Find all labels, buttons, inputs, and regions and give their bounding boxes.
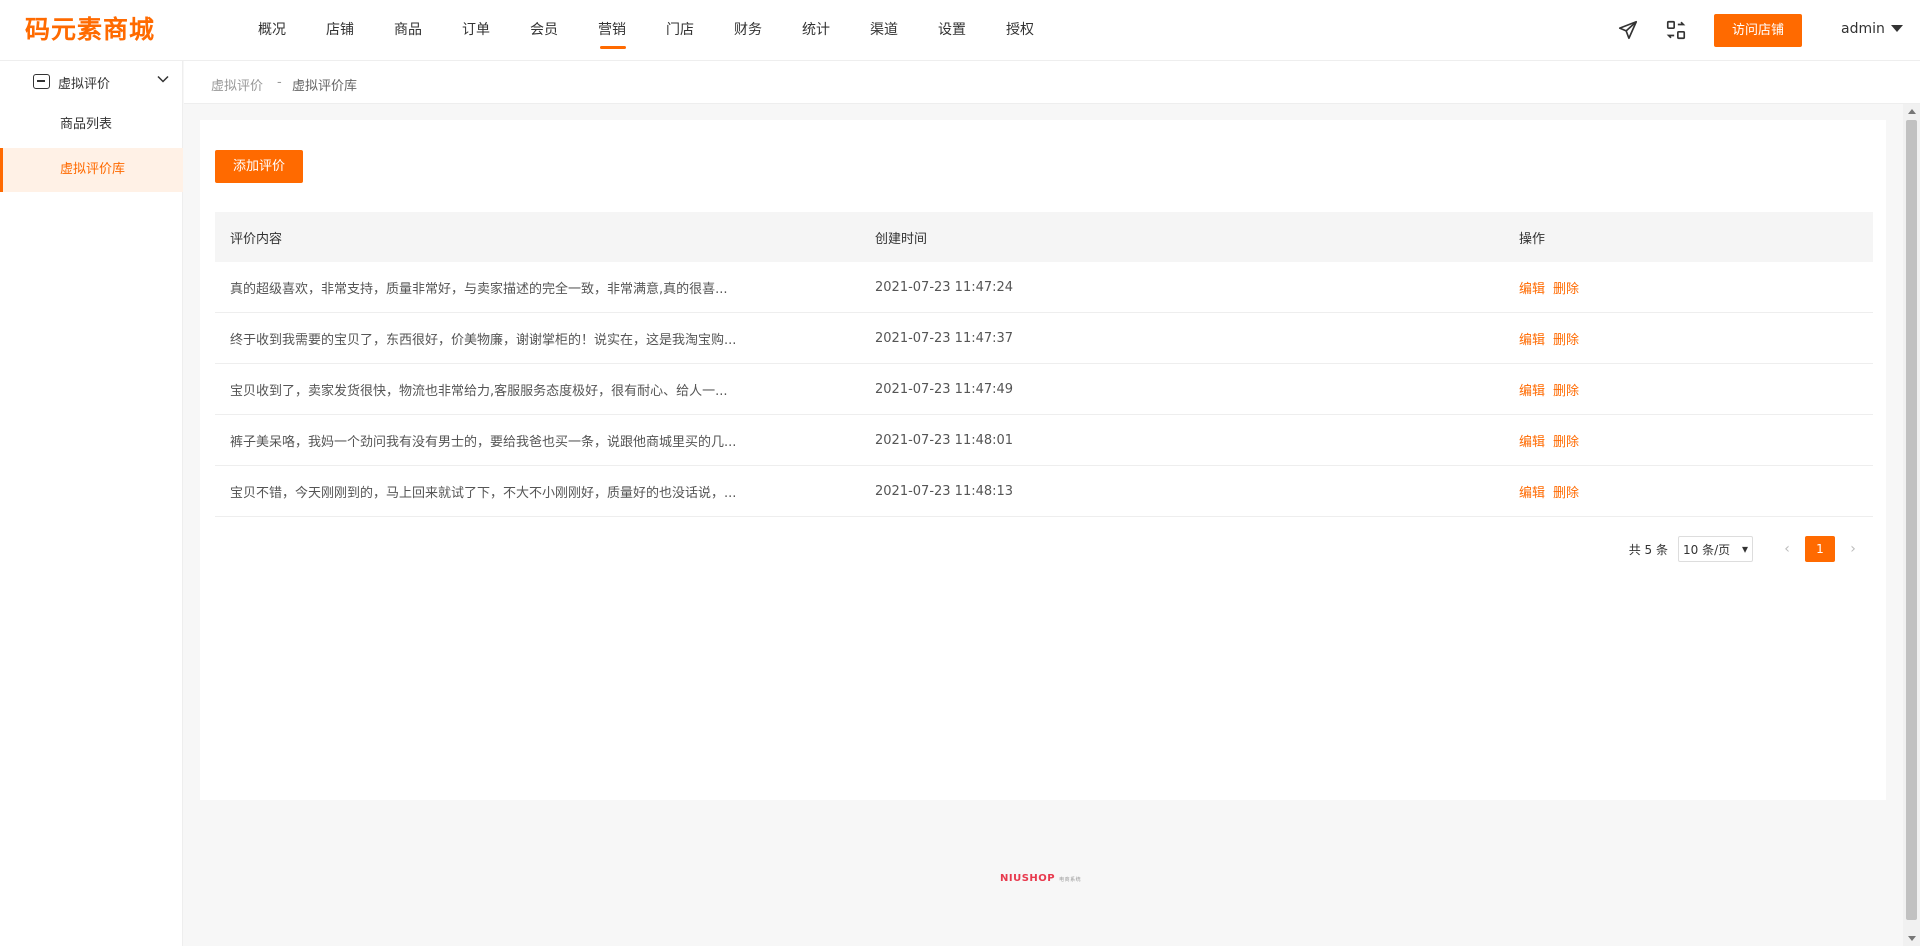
nav-item-finance[interactable]: 财务: [714, 0, 782, 60]
table-row: 真的超级喜欢，非常支持，质量非常好，与卖家描述的完全一致，非常满意,真的很喜..…: [215, 262, 1873, 313]
username: admin: [1841, 21, 1885, 37]
header-time: 创建时间: [875, 231, 928, 247]
page-size-value: 10 条/页: [1683, 542, 1731, 557]
main-nav: 概况 店铺 商品 订单 会员 营销 门店 财务 统计 渠道 设置 授权: [238, 0, 1054, 60]
review-time: 2021-07-23 11:48:01: [875, 432, 1014, 448]
header-actions: 操作: [1519, 231, 1546, 247]
sidebar-item-goods-list[interactable]: 商品列表: [0, 103, 183, 147]
next-page-icon[interactable]: ›: [1843, 541, 1863, 557]
review-table: 评价内容 创建时间 操作 真的超级喜欢，非常支持，质量非常好，与卖家描述的完全一…: [215, 212, 1873, 517]
pagination: 共 5 条 10 条/页 ▾ ‹ 1 ›: [1629, 535, 1871, 563]
nav-item-overview[interactable]: 概况: [238, 0, 306, 60]
review-time: 2021-07-23 11:47:49: [875, 381, 1014, 397]
delete-link[interactable]: 删除: [1553, 329, 1579, 348]
footer-brand: NIUSHOP: [1000, 873, 1056, 884]
footer-sub: 电商系统: [1059, 877, 1082, 883]
table-row: 终于收到我需要的宝贝了，东西很好，价美物廉，谢谢掌柜的！说实在，这是我淘宝购..…: [215, 313, 1873, 364]
switch-icon[interactable]: [1665, 19, 1687, 41]
review-time: 2021-07-23 11:47:24: [875, 279, 1014, 295]
table-row: 宝贝不错，今天刚刚到的，马上回来就试了下，不大不小刚刚好，质量好的也没话说，..…: [215, 466, 1873, 517]
row-actions: 编辑 删除: [1519, 262, 1719, 312]
content-card: 添加评价 评价内容 创建时间 操作 真的超级喜欢，非常支持，质量非常好，与卖家描…: [200, 120, 1886, 800]
review-content: 宝贝不错，今天刚刚到的，马上回来就试了下，不大不小刚刚好，质量好的也没话说，..…: [230, 485, 737, 501]
footer-logo: NIUSHOP 电商系统: [1000, 873, 1081, 884]
add-review-button[interactable]: 添加评价: [215, 150, 303, 183]
logo[interactable]: 码元素商城: [25, 10, 155, 46]
review-content: 宝贝收到了，卖家发货很快，物流也非常给力,客服服务态度极好，很有耐心、给人一..…: [230, 383, 728, 399]
review-time: 2021-07-23 11:47:37: [875, 330, 1014, 346]
breadcrumb-current: 虚拟评价库: [292, 79, 358, 94]
sidebar: 虚拟评价 商品列表 虚拟评价库: [0, 61, 183, 946]
scroll-up-icon[interactable]: [1908, 109, 1916, 114]
chevron-down-icon: ▾: [1741, 542, 1748, 556]
row-actions: 编辑 删除: [1519, 313, 1719, 363]
review-content: 裤子美呆咯，我妈一个劲问我有没有男士的，要给我爸也买一条，说跟他商城里买的几..…: [230, 434, 737, 450]
nav-item-channels[interactable]: 渠道: [850, 0, 918, 60]
visit-store-button[interactable]: 访问店铺: [1714, 14, 1802, 47]
breadcrumb: 虚拟评价 - 虚拟评价库: [184, 61, 1920, 104]
pagination-total: 共 5 条: [1628, 542, 1668, 557]
nav-item-stores[interactable]: 门店: [646, 0, 714, 60]
prev-page-icon[interactable]: ‹: [1777, 541, 1797, 557]
message-icon: [33, 74, 50, 89]
edit-link[interactable]: 编辑: [1519, 482, 1545, 501]
edit-link[interactable]: 编辑: [1519, 278, 1545, 297]
delete-link[interactable]: 删除: [1553, 278, 1579, 297]
row-actions: 编辑 删除: [1519, 466, 1719, 516]
delete-link[interactable]: 删除: [1553, 431, 1579, 450]
nav-item-goods[interactable]: 商品: [374, 0, 442, 60]
edit-link[interactable]: 编辑: [1519, 329, 1545, 348]
caret-down-icon: [1890, 25, 1903, 32]
review-content: 真的超级喜欢，非常支持，质量非常好，与卖家描述的完全一致，非常满意,真的很喜..…: [230, 281, 728, 297]
table-row: 裤子美呆咯，我妈一个劲问我有没有男士的，要给我爸也买一条，说跟他商城里买的几..…: [215, 415, 1873, 466]
nav-item-stats[interactable]: 统计: [782, 0, 850, 60]
review-time: 2021-07-23 11:48:13: [875, 483, 1014, 499]
user-menu[interactable]: admin: [1841, 21, 1903, 37]
scroll-down-icon[interactable]: [1908, 936, 1916, 941]
table-row: 宝贝收到了，卖家发货很快，物流也非常给力,客服服务态度极好，很有耐心、给人一..…: [215, 364, 1873, 415]
scrollbar-thumb[interactable]: [1906, 120, 1917, 920]
chevron-down-icon: [157, 75, 169, 83]
header-content: 评价内容: [230, 231, 283, 247]
nav-item-orders[interactable]: 订单: [442, 0, 510, 60]
delete-link[interactable]: 删除: [1553, 482, 1579, 501]
sidebar-item-review-library[interactable]: 虚拟评价库: [0, 148, 183, 192]
nav-item-shop[interactable]: 店铺: [306, 0, 374, 60]
nav-item-license[interactable]: 授权: [986, 0, 1054, 60]
table-header: 评价内容 创建时间 操作: [215, 212, 1873, 262]
nav-item-members[interactable]: 会员: [510, 0, 578, 60]
nav-item-settings[interactable]: 设置: [918, 0, 986, 60]
sidebar-group-virtual-review[interactable]: 虚拟评价: [0, 61, 183, 103]
send-icon[interactable]: [1617, 19, 1639, 41]
delete-link[interactable]: 删除: [1553, 380, 1579, 399]
page-number-current[interactable]: 1: [1805, 536, 1835, 562]
breadcrumb-parent[interactable]: 虚拟评价: [211, 75, 263, 94]
sidebar-group-label: 虚拟评价: [58, 77, 111, 92]
row-actions: 编辑 删除: [1519, 364, 1719, 414]
vertical-scrollbar[interactable]: [1903, 104, 1920, 946]
row-actions: 编辑 删除: [1519, 415, 1719, 465]
review-content: 终于收到我需要的宝贝了，东西很好，价美物廉，谢谢掌柜的！说实在，这是我淘宝购..…: [230, 332, 737, 348]
nav-item-marketing[interactable]: 营销: [578, 0, 646, 60]
edit-link[interactable]: 编辑: [1519, 431, 1545, 450]
top-bar: 码元素商城 概况 店铺 商品 订单 会员 营销 门店 财务 统计 渠道 设置 授…: [0, 0, 1920, 61]
edit-link[interactable]: 编辑: [1519, 380, 1545, 399]
breadcrumb-separator: -: [277, 75, 282, 90]
page-size-select[interactable]: 10 条/页 ▾: [1678, 536, 1753, 562]
